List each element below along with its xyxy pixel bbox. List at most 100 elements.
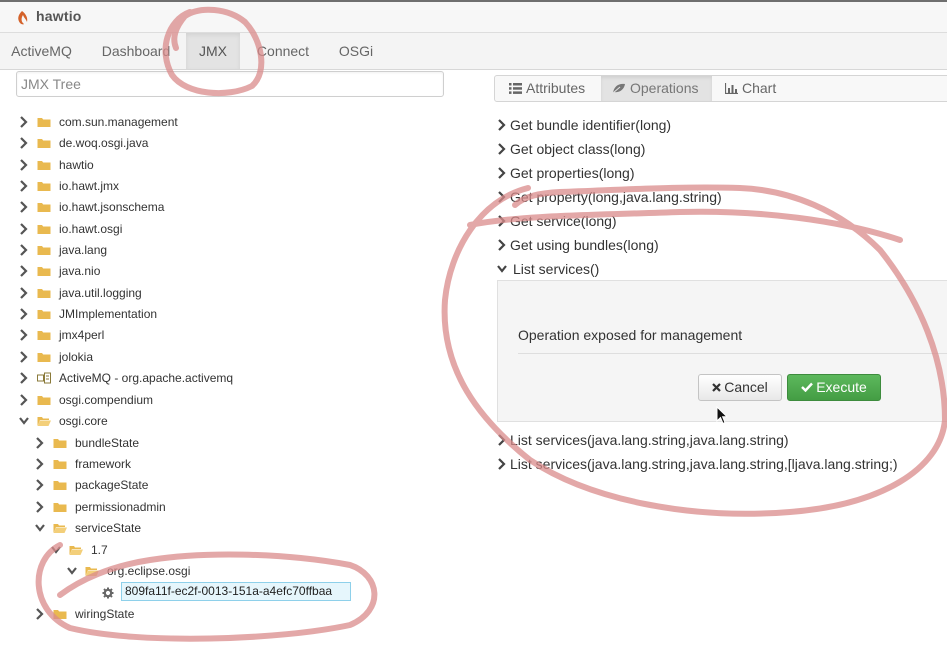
folder-icon: [37, 353, 51, 362]
chevron-right-icon[interactable]: [19, 244, 29, 256]
chevron-right-icon[interactable]: [35, 437, 45, 449]
folder-icon: [37, 203, 51, 212]
tab-dashboard[interactable]: Dashboard: [89, 33, 183, 69]
chevron-down-icon: [497, 265, 507, 273]
tree-node-label: java.lang: [59, 243, 108, 257]
chevron-right-icon[interactable]: [35, 608, 45, 620]
operation-label: Get properties(long): [510, 165, 635, 181]
operation-label: List services(): [513, 261, 600, 277]
main-nav: ActiveMQ Dashboard JMX Connect OSGi: [0, 32, 947, 70]
folder-icon: [37, 246, 51, 255]
folder-open-icon: [69, 546, 83, 555]
tree-node-label: bundleState: [75, 436, 140, 450]
execute-button[interactable]: Execute: [787, 374, 881, 401]
tree-node-label: wiringState: [75, 607, 135, 621]
chevron-right-icon[interactable]: [19, 372, 29, 384]
bar-chart-icon: [724, 82, 738, 94]
mouse-cursor-icon: [716, 406, 728, 425]
tab-activemq[interactable]: ActiveMQ: [0, 33, 83, 69]
tab-attributes-label: Attributes: [526, 80, 586, 96]
tree-node-label: osgi.compendium: [59, 393, 154, 407]
jmx-tree-header: JMX Tree: [16, 71, 444, 97]
tree-node-label: java.util.logging: [59, 286, 142, 300]
folder-icon: [37, 310, 51, 319]
chevron-right-icon[interactable]: [19, 159, 29, 171]
chevron-right-icon[interactable]: [19, 329, 29, 341]
hawtio-logo-icon: [18, 11, 28, 25]
chevron-right-icon: [498, 239, 506, 251]
folder-open-icon: [37, 417, 51, 426]
brand-name[interactable]: hawtio: [36, 8, 82, 24]
chevron-right-icon[interactable]: [35, 501, 45, 513]
chevron-right-icon: [498, 215, 506, 227]
tab-attributes[interactable]: Attributes: [495, 76, 600, 101]
chevron-right-icon[interactable]: [19, 137, 29, 149]
chevron-right-icon[interactable]: [19, 308, 29, 320]
tree-node-label: jmx4perl: [59, 328, 105, 342]
chevron-right-icon[interactable]: [19, 201, 29, 213]
tree-node-label: com.sun.management: [59, 115, 178, 129]
folder-icon: [53, 460, 67, 469]
chevron-right-icon[interactable]: [19, 351, 29, 363]
folder-icon: [37, 396, 51, 405]
leaf-icon: [612, 83, 625, 94]
mbean-icon: [37, 372, 51, 384]
folder-icon: [53, 481, 67, 490]
cancel-button[interactable]: Cancel: [698, 374, 782, 401]
chevron-right-icon: [498, 143, 506, 155]
tree-node-label: framework: [75, 457, 132, 471]
tree-node-label: java.nio: [59, 264, 101, 278]
chevron-down-icon[interactable]: [51, 544, 61, 556]
tab-chart[interactable]: Chart: [713, 76, 793, 101]
operation-description: Operation exposed for management: [518, 327, 743, 343]
divider: [518, 353, 947, 354]
folder-icon: [53, 610, 67, 619]
chevron-down-icon[interactable]: [67, 565, 77, 577]
tab-jmx[interactable]: JMX: [186, 33, 240, 69]
detail-view-tabs: Attributes Operations Chart: [494, 75, 947, 102]
chevron-right-icon: [498, 458, 506, 470]
close-icon: [712, 383, 721, 392]
tree-node-label: de.woq.osgi.java: [59, 136, 149, 150]
operation-label: Get using bundles(long): [510, 237, 659, 253]
tree-node-label: osgi.core: [59, 414, 108, 428]
chevron-down-icon[interactable]: [35, 522, 45, 534]
folder-icon: [37, 139, 51, 148]
chevron-right-icon[interactable]: [35, 479, 45, 491]
chevron-right-icon[interactable]: [19, 116, 29, 128]
folder-icon: [37, 331, 51, 340]
chevron-right-icon[interactable]: [19, 223, 29, 235]
chevron-down-icon[interactable]: [19, 415, 29, 427]
tree-node-label: hawtio: [59, 158, 94, 172]
folder-open-icon: [53, 524, 67, 533]
chevron-right-icon[interactable]: [19, 180, 29, 192]
operation-panel: Operation exposed for management Cancel …: [497, 280, 947, 422]
tree-node-label: io.hawt.jmx: [59, 179, 120, 193]
operation-label: Get object class(long): [510, 141, 646, 157]
tab-osgi[interactable]: OSGi: [326, 33, 386, 69]
folder-icon: [37, 182, 51, 191]
selected-tree-node[interactable]: 809fa11f-ec2f-0013-151a-a4efc70ffbaa: [121, 582, 351, 601]
folder-icon: [53, 503, 67, 512]
folder-icon: [37, 161, 51, 170]
tab-operations[interactable]: Operations: [601, 76, 712, 101]
gear-icon: [102, 587, 114, 599]
folder-icon: [37, 225, 51, 234]
tree-node-label: serviceState: [75, 521, 142, 535]
tree-node-label: ActiveMQ - org.apache.activemq: [59, 371, 234, 385]
operation-label: Get service(long): [510, 213, 617, 229]
tree-node-label: io.hawt.osgi: [59, 222, 123, 236]
folder-icon: [53, 439, 67, 448]
tab-chart-label: Chart: [742, 80, 777, 96]
tree-node-label: io.hawt.jsonschema: [59, 200, 165, 214]
tab-connect[interactable]: Connect: [246, 33, 320, 69]
folder-icon: [37, 267, 51, 276]
tree-node-label: 1.7: [91, 543, 108, 557]
chevron-right-icon[interactable]: [19, 287, 29, 299]
chevron-right-icon[interactable]: [19, 394, 29, 406]
execute-label: Execute: [816, 379, 867, 395]
chevron-right-icon[interactable]: [19, 265, 29, 277]
cancel-label: Cancel: [724, 379, 768, 395]
chevron-right-icon[interactable]: [35, 458, 45, 470]
chevron-right-icon: [498, 119, 506, 131]
